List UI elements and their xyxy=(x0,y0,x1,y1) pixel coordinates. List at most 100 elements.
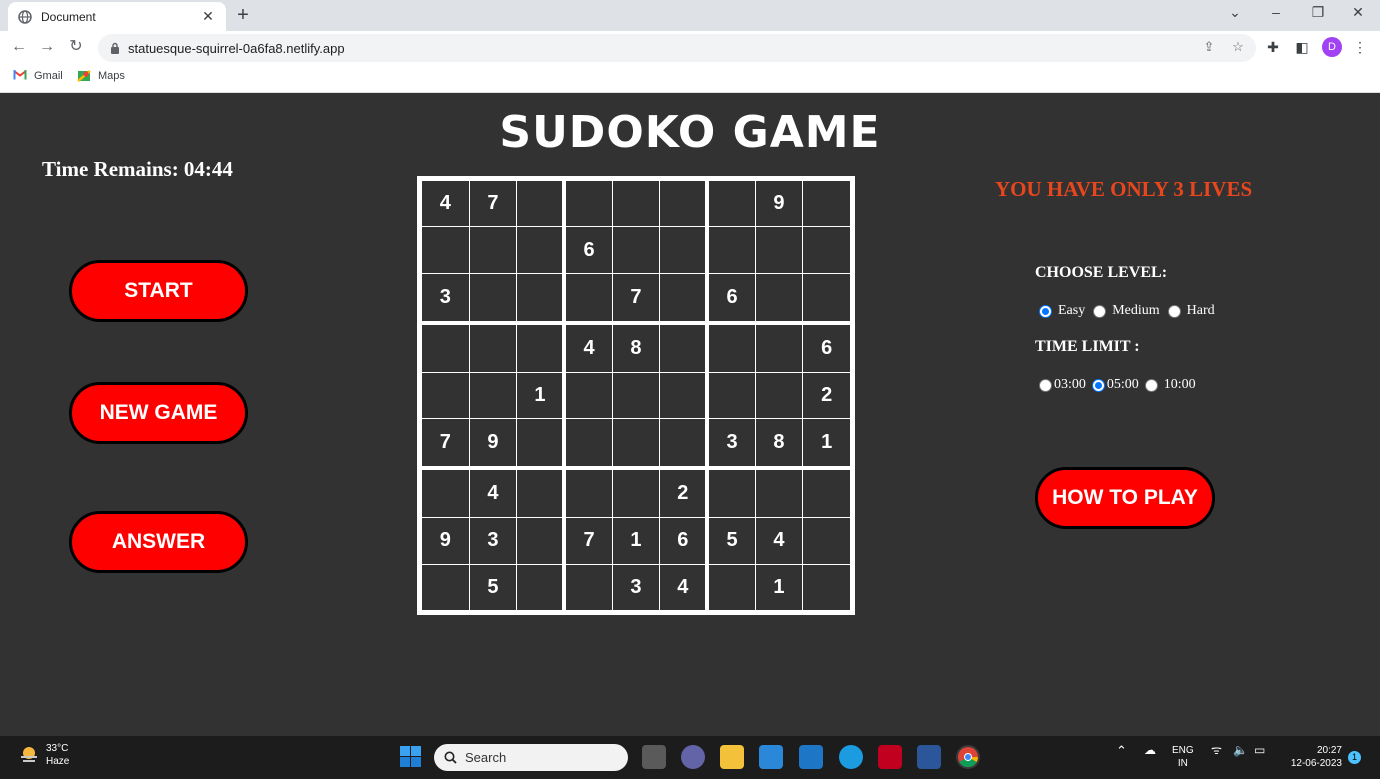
sudoku-cell[interactable] xyxy=(421,371,470,420)
sudoku-cell[interactable] xyxy=(516,322,567,373)
sudoku-cell[interactable] xyxy=(706,467,756,519)
battery-icon[interactable]: ▭ xyxy=(1254,744,1265,757)
sudoku-cell[interactable] xyxy=(421,563,470,611)
share-icon[interactable]: ⇪ xyxy=(1200,38,1218,56)
sudoku-cell[interactable] xyxy=(754,322,804,373)
onedrive-icon[interactable]: ☁ xyxy=(1144,744,1156,757)
mcafee-icon[interactable] xyxy=(878,745,902,769)
sudoku-cell[interactable]: 1 xyxy=(611,517,661,565)
sudoku-cell[interactable]: 3 xyxy=(421,272,470,325)
wifi-icon[interactable]: ᯤ xyxy=(1211,744,1222,757)
sudoku-cell[interactable]: 4 xyxy=(563,322,613,373)
sudoku-cell[interactable]: 9 xyxy=(754,179,804,228)
store-icon[interactable] xyxy=(759,745,783,769)
sudoku-cell[interactable] xyxy=(563,467,613,519)
tab-search-icon[interactable]: ⌄ xyxy=(1223,4,1247,21)
sudoku-cell[interactable] xyxy=(468,272,518,325)
show-hidden-icons[interactable]: ⌃ xyxy=(1116,744,1127,757)
bookmark-maps[interactable]: Maps xyxy=(77,69,125,83)
sudoku-cell[interactable] xyxy=(563,371,613,420)
taskbar-search[interactable]: Search xyxy=(434,744,628,771)
sudoku-cell[interactable]: 4 xyxy=(421,179,470,228)
sudoku-cell[interactable] xyxy=(659,179,710,228)
help-icon[interactable] xyxy=(839,745,863,769)
sudoku-cell[interactable]: 8 xyxy=(754,418,804,471)
sudoku-cell[interactable] xyxy=(563,179,613,228)
level-radio-medium[interactable] xyxy=(1093,304,1107,318)
word-icon[interactable] xyxy=(917,745,941,769)
sudoku-cell[interactable]: 6 xyxy=(802,322,851,373)
sudoku-cell[interactable] xyxy=(754,272,804,325)
weather-widget[interactable]: 33°C Haze xyxy=(18,742,69,768)
sudoku-cell[interactable]: 3 xyxy=(611,563,661,611)
time-radio-10min[interactable] xyxy=(1144,378,1158,392)
bookmark-star-icon[interactable]: ☆ xyxy=(1229,38,1247,56)
sudoku-cell[interactable] xyxy=(421,226,470,274)
sudoku-cell[interactable] xyxy=(754,226,804,274)
sudoku-cell[interactable] xyxy=(802,517,851,565)
sudoku-cell[interactable]: 6 xyxy=(659,517,710,565)
sudoku-cell[interactable] xyxy=(516,418,567,471)
extensions-icon[interactable]: ✚ xyxy=(1263,37,1283,57)
sudoku-cell[interactable]: 5 xyxy=(706,517,756,565)
sudoku-cell[interactable] xyxy=(421,467,470,519)
sudoku-cell[interactable]: 1 xyxy=(754,563,804,611)
address-bar[interactable]: statuesque-squirrel-0a6fa8.netlify.app xyxy=(98,34,1256,62)
time-radio-5min[interactable] xyxy=(1091,378,1105,392)
language-indicator[interactable]: ENG IN xyxy=(1172,744,1194,770)
teams-icon[interactable] xyxy=(681,745,705,769)
clock[interactable]: 20:27 12-06-2023 xyxy=(1284,744,1342,770)
sudoku-cell[interactable]: 7 xyxy=(563,517,613,565)
sudoku-cell[interactable] xyxy=(611,371,661,420)
sudoku-cell[interactable] xyxy=(563,272,613,325)
new-tab-button[interactable]: + xyxy=(232,4,254,26)
bookmark-gmail[interactable]: Gmail xyxy=(13,69,63,83)
sudoku-cell[interactable]: 1 xyxy=(802,418,851,471)
sudoku-cell[interactable]: 2 xyxy=(659,467,710,519)
forward-button[interactable]: → xyxy=(37,37,57,57)
sudoku-cell[interactable] xyxy=(659,226,710,274)
sudoku-cell[interactable]: 9 xyxy=(468,418,518,471)
sudoku-cell[interactable] xyxy=(468,226,518,274)
close-tab-icon[interactable]: ✕ xyxy=(200,8,216,25)
sudoku-cell[interactable] xyxy=(659,418,710,471)
sudoku-cell[interactable]: 1 xyxy=(516,371,567,420)
chrome-icon[interactable] xyxy=(956,745,980,769)
sudoku-cell[interactable] xyxy=(516,226,567,274)
sudoku-cell[interactable]: 9 xyxy=(421,517,470,565)
sudoku-cell[interactable] xyxy=(659,272,710,325)
sudoku-cell[interactable] xyxy=(516,467,567,519)
volume-icon[interactable]: 🔈 xyxy=(1233,744,1248,757)
sudoku-cell[interactable] xyxy=(706,322,756,373)
sudoku-cell[interactable] xyxy=(659,322,710,373)
sudoku-cell[interactable]: 4 xyxy=(468,467,518,519)
sudoku-cell[interactable]: 3 xyxy=(468,517,518,565)
restore-button[interactable]: ❐ xyxy=(1306,4,1330,21)
sudoku-cell[interactable] xyxy=(563,563,613,611)
back-button[interactable]: ← xyxy=(9,37,29,57)
sudoku-cell[interactable]: 7 xyxy=(468,179,518,228)
sudoku-cell[interactable] xyxy=(802,467,851,519)
sudoku-cell[interactable] xyxy=(754,371,804,420)
how-to-play-button[interactable]: HOW TO PLAY xyxy=(1035,467,1215,529)
sudoku-cell[interactable] xyxy=(802,179,851,228)
sudoku-cell[interactable]: 3 xyxy=(706,418,756,471)
task-view-icon[interactable] xyxy=(642,745,666,769)
minimize-button[interactable]: – xyxy=(1264,4,1288,20)
start-button[interactable]: START xyxy=(69,260,248,322)
sudoku-cell[interactable] xyxy=(516,272,567,325)
sudoku-cell[interactable] xyxy=(706,563,756,611)
close-window-button[interactable]: ✕ xyxy=(1346,4,1370,21)
windows-start-icon[interactable] xyxy=(400,746,421,767)
sudoku-cell[interactable] xyxy=(516,179,567,228)
level-radio-hard[interactable] xyxy=(1167,304,1181,318)
menu-icon[interactable]: ⋮ xyxy=(1350,37,1370,57)
sudoku-cell[interactable] xyxy=(802,272,851,325)
sudoku-cell[interactable] xyxy=(659,371,710,420)
sudoku-cell[interactable] xyxy=(421,322,470,373)
sudoku-cell[interactable] xyxy=(802,226,851,274)
myhp-icon[interactable] xyxy=(799,745,823,769)
sudoku-cell[interactable]: 5 xyxy=(468,563,518,611)
reload-button[interactable]: ↻ xyxy=(66,37,86,57)
new-game-button[interactable]: NEW GAME xyxy=(69,382,248,444)
